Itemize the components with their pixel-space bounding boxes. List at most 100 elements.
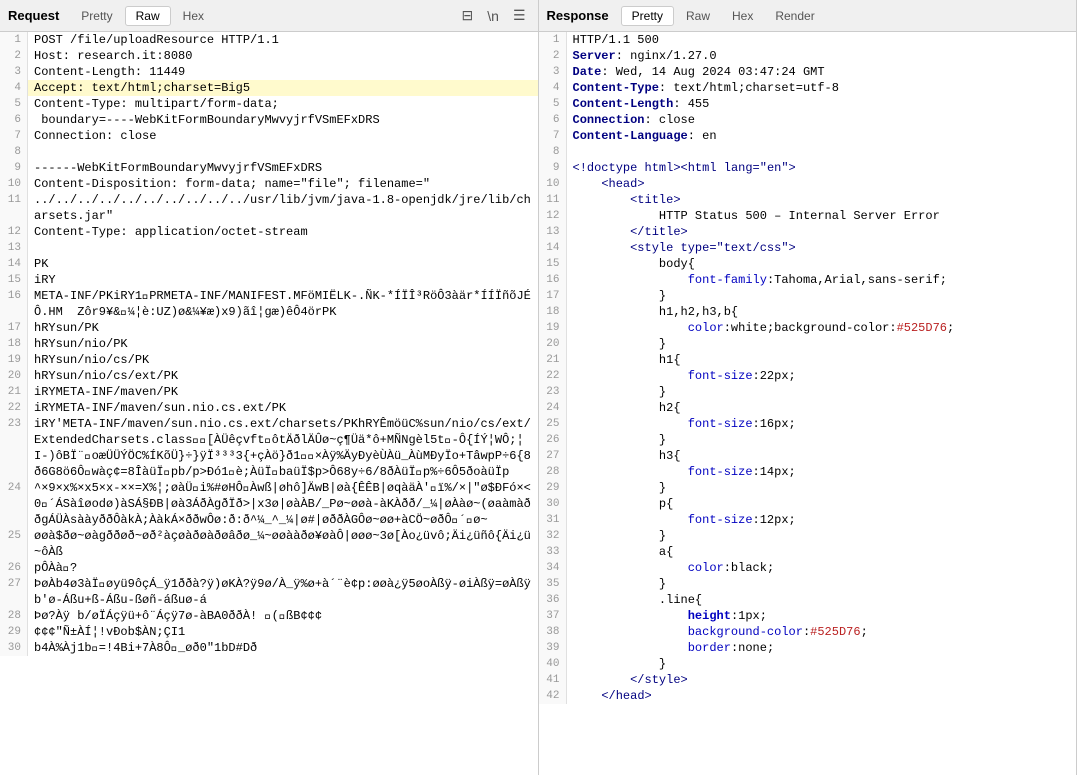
line-content: ÞøÀb4ø3àÏ øyü9ôçÁ_ÿ1ððà?ÿ)øKÀ?ÿ9ø/À_ÿ%ø+… <box>28 576 538 608</box>
table-row: 20hRYsun/nio/cs/ext/PK <box>0 368 538 384</box>
line-content: ../../../../../../../../../../usr/lib/jv… <box>28 192 538 224</box>
response-tab-hex[interactable]: Hex <box>722 7 763 25</box>
line-number: 6 <box>0 112 28 128</box>
line-content: Accept: text/html;charset=Big5 <box>28 80 538 96</box>
request-title: Request <box>8 8 59 23</box>
line-number: 11 <box>0 192 28 224</box>
line-number: 39 <box>539 640 567 656</box>
line-content: Content-Type: multipart/form-data; <box>28 96 538 112</box>
request-code-area: 1POST /file/uploadResource HTTP/1.12Host… <box>0 32 538 775</box>
line-number: 12 <box>539 208 567 224</box>
table-row: 7Connection: close <box>0 128 538 144</box>
response-tab-raw[interactable]: Raw <box>676 7 720 25</box>
line-number: 12 <box>0 224 28 240</box>
newline-icon[interactable]: \n <box>483 6 503 26</box>
line-number: 17 <box>0 320 28 336</box>
line-number: 7 <box>0 128 28 144</box>
line-content: </head> <box>567 688 1077 704</box>
line-content: Content-Disposition: form-data; name="fi… <box>28 176 538 192</box>
line-number: 28 <box>0 608 28 624</box>
table-row: 2Server: nginx/1.27.0 <box>539 48 1077 64</box>
table-row: 17hRYsun/PK <box>0 320 538 336</box>
line-content: body{ <box>567 256 1077 272</box>
line-content: } <box>567 384 1077 400</box>
line-number: 21 <box>0 384 28 400</box>
table-row: 32 } <box>539 528 1077 544</box>
request-header: Request Pretty Raw Hex ⊟ \n ☰ <box>0 0 538 32</box>
response-tab-render[interactable]: Render <box>765 7 824 25</box>
table-row: 24 h2{ <box>539 400 1077 416</box>
table-row: 27ÞøÀb4ø3àÏ øyü9ôçÁ_ÿ1ððà?ÿ)øKÀ?ÿ9ø/À_ÿ%… <box>0 576 538 608</box>
response-pane: Response Pretty Raw Hex Render 1HTTP/1.1… <box>539 0 1077 775</box>
line-content: <!doctype html><html lang="en"> <box>567 160 1077 176</box>
line-content: Content-Length: 11449 <box>28 64 538 80</box>
table-row: 26 } <box>539 432 1077 448</box>
table-row: 8 <box>0 144 538 160</box>
line-content: } <box>567 288 1077 304</box>
table-row: 18 h1,h2,h3,b{ <box>539 304 1077 320</box>
line-number: 5 <box>539 96 567 112</box>
response-tab-group: Pretty Raw Hex Render <box>621 6 825 26</box>
table-row: 9<!doctype html><html lang="en"> <box>539 160 1077 176</box>
line-number: 19 <box>0 352 28 368</box>
line-number: 15 <box>539 256 567 272</box>
line-content: p{ <box>567 496 1077 512</box>
line-number: 28 <box>539 464 567 480</box>
line-content: Content-Type: text/html;charset=utf-8 <box>567 80 1077 96</box>
line-content: Host: research.it:8080 <box>28 48 538 64</box>
response-tab-pretty[interactable]: Pretty <box>621 6 674 26</box>
table-row: 19 color:white;background-color:#525D76; <box>539 320 1077 336</box>
table-row: 23 } <box>539 384 1077 400</box>
line-content: Content-Type: application/octet-stream <box>28 224 538 240</box>
request-tab-hex[interactable]: Hex <box>173 7 214 25</box>
table-row: 16 font-family:Tahoma,Arial,sans-serif; <box>539 272 1077 288</box>
line-number: 8 <box>539 144 567 160</box>
request-pane: Request Pretty Raw Hex ⊟ \n ☰ 1POST /fil… <box>0 0 539 775</box>
line-content: </style> <box>567 672 1077 688</box>
menu-icon[interactable]: ☰ <box>509 5 530 26</box>
table-row: 10Content-Disposition: form-data; name="… <box>0 176 538 192</box>
line-number: 16 <box>0 288 28 320</box>
line-number: 42 <box>539 688 567 704</box>
table-row: 33 a{ <box>539 544 1077 560</box>
line-content: font-size:14px; <box>567 464 1077 480</box>
line-content: color:white;background-color:#525D76; <box>567 320 1077 336</box>
line-number: 20 <box>0 368 28 384</box>
line-number: 27 <box>0 576 28 608</box>
table-row: 34 color:black; <box>539 560 1077 576</box>
line-content: øøà$ðø~øàgððøð~øð²àçøàðøàðøâðø_¼~øøààðø¥… <box>28 528 538 560</box>
line-content: </title> <box>567 224 1077 240</box>
request-tab-pretty[interactable]: Pretty <box>71 7 122 25</box>
table-row: 40 } <box>539 656 1077 672</box>
line-content: <title> <box>567 192 1077 208</box>
table-row: 29 } <box>539 480 1077 496</box>
wrap-icon[interactable]: ⊟ <box>458 5 478 26</box>
line-content: Connection: close <box>28 128 538 144</box>
line-content: } <box>567 528 1077 544</box>
line-number: 35 <box>539 576 567 592</box>
table-row: 8 <box>539 144 1077 160</box>
table-row: 11../../../../../../../../../../usr/lib/… <box>0 192 538 224</box>
table-row: 39 border:none; <box>539 640 1077 656</box>
table-row: 22iRYMETA-INF/maven/sun.nio.cs.ext/PK <box>0 400 538 416</box>
table-row: 37 height:1px; <box>539 608 1077 624</box>
line-content: color:black; <box>567 560 1077 576</box>
table-row: 41 </style> <box>539 672 1077 688</box>
line-content: Server: nginx/1.27.0 <box>567 48 1077 64</box>
line-content: iRYMETA-INF/maven/sun.nio.cs.ext/PK <box>28 400 538 416</box>
line-content: hRYsun/nio/cs/PK <box>28 352 538 368</box>
table-row: 5Content-Type: multipart/form-data; <box>0 96 538 112</box>
table-row: 38 background-color:#525D76; <box>539 624 1077 640</box>
table-row: 7Content-Language: en <box>539 128 1077 144</box>
line-number: 25 <box>0 528 28 560</box>
line-number: 17 <box>539 288 567 304</box>
table-row: 14PK <box>0 256 538 272</box>
table-row: 6 boundary=----WebKitFormBoundaryMwvyjrf… <box>0 112 538 128</box>
line-number: 30 <box>539 496 567 512</box>
request-tab-raw[interactable]: Raw <box>125 6 171 26</box>
line-number: 10 <box>539 176 567 192</box>
line-number: 29 <box>0 624 28 640</box>
table-row: 25øøà$ðø~øàgððøð~øð²àçøàðøàðøâðø_¼~øøààð… <box>0 528 538 560</box>
table-row: 28Þø?Àÿ b/øÏÁçÿü+ô¨Áçÿ7ø-àBA0ððÀ!  ( ßB¢… <box>0 608 538 624</box>
table-row: 1HTTP/1.1 500 <box>539 32 1077 48</box>
